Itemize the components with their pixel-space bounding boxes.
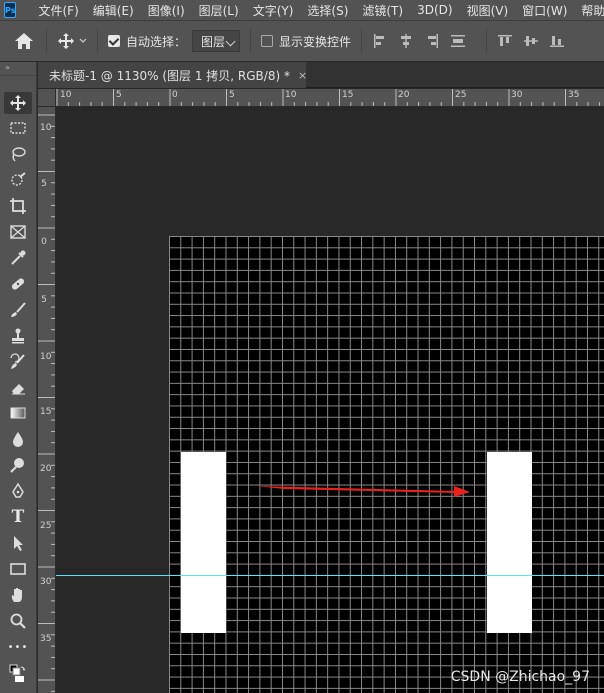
horizontal-ruler[interactable]: 10 5 0 5 10 15 20 25 30 35 bbox=[56, 89, 604, 107]
ruler-label: 10 bbox=[40, 123, 52, 133]
layer-white-bar-left[interactable] bbox=[181, 452, 226, 633]
close-icon[interactable]: × bbox=[298, 69, 307, 82]
ruler-label: 0 bbox=[41, 237, 47, 247]
menu-layer[interactable]: 图层(L) bbox=[199, 2, 239, 19]
eraser-tool-icon[interactable] bbox=[4, 377, 32, 399]
layer-white-bar-right[interactable] bbox=[487, 452, 532, 633]
eyedropper-tool-icon[interactable] bbox=[4, 247, 32, 269]
ruler-ticks bbox=[38, 114, 55, 692]
ruler-label: 25 bbox=[455, 90, 467, 100]
ruler-label: 10 bbox=[60, 90, 72, 100]
crop-tool-icon[interactable] bbox=[4, 195, 32, 217]
canvas-pixel-grid[interactable] bbox=[169, 236, 604, 693]
menu-view[interactable]: 视图(V) bbox=[467, 2, 509, 19]
auto-select-label: 自动选择： bbox=[126, 34, 187, 49]
dodge-tool-icon[interactable] bbox=[4, 454, 32, 476]
menu-image[interactable]: 图像(I) bbox=[148, 2, 185, 19]
ruler-label: 25 bbox=[40, 521, 52, 531]
align-bottom-edges-icon[interactable] bbox=[549, 33, 565, 49]
ruler-label: 5 bbox=[229, 90, 235, 100]
show-transform-label: 显示变换控件 bbox=[279, 34, 352, 49]
zoom-tool-icon[interactable] bbox=[4, 610, 32, 632]
photoshop-logo-icon[interactable]: Ps bbox=[4, 2, 17, 18]
collapse-panel-icon[interactable]: » bbox=[0, 62, 36, 76]
divider bbox=[46, 29, 47, 53]
ruler-label: 0 bbox=[172, 90, 178, 100]
menu-edit[interactable]: 编辑(E) bbox=[93, 2, 134, 19]
menu-file[interactable]: 文件(F) bbox=[38, 2, 78, 19]
divider bbox=[361, 29, 363, 53]
divider bbox=[250, 29, 252, 53]
clone-stamp-icon[interactable] bbox=[4, 325, 32, 347]
document-tab-bar: 未标题-1 @ 1130% (图层 1 拷贝, RGB/8) * × bbox=[38, 62, 604, 88]
ruler-origin[interactable] bbox=[38, 89, 56, 107]
ruler-label: 30 bbox=[511, 90, 523, 100]
ruler-label: 20 bbox=[398, 90, 410, 100]
type-tool-icon[interactable]: T bbox=[4, 506, 32, 528]
lasso-tool-icon[interactable] bbox=[4, 143, 32, 165]
healing-brush-icon[interactable] bbox=[4, 273, 32, 295]
align-left-edges-icon[interactable] bbox=[372, 33, 388, 49]
history-brush-icon[interactable] bbox=[4, 351, 32, 373]
frame-tool-icon[interactable] bbox=[4, 221, 32, 243]
menu-window[interactable]: 窗口(W) bbox=[522, 2, 567, 19]
menu-select[interactable]: 选择(S) bbox=[307, 2, 348, 19]
more-tools-icon[interactable]: ••• bbox=[4, 636, 32, 658]
ruler-label: 15 bbox=[40, 407, 52, 417]
menu-filter[interactable]: 滤镜(T) bbox=[362, 2, 403, 19]
menu-type[interactable]: 文字(Y) bbox=[253, 2, 294, 19]
align-right-edges-icon[interactable] bbox=[424, 33, 440, 49]
dropdown-value: 图层 bbox=[201, 34, 226, 49]
ruler-label: 20 bbox=[40, 464, 52, 474]
document-tab[interactable]: 未标题-1 @ 1130% (图层 1 拷贝, RGB/8) * × bbox=[38, 62, 307, 88]
menu-3d[interactable]: 3D(D) bbox=[417, 3, 452, 17]
ruler-label: 5 bbox=[41, 295, 47, 305]
menu-bar: Ps 文件(F) 编辑(E) 图像(I) 图层(L) 文字(Y) 选择(S) 滤… bbox=[0, 0, 604, 20]
document-tab-title: 未标题-1 @ 1130% (图层 1 拷贝, RGB/8) * bbox=[49, 68, 290, 83]
align-top-edges-icon[interactable] bbox=[497, 33, 513, 49]
auto-select-target-dropdown[interactable]: 图层 bbox=[192, 30, 241, 52]
menu-help[interactable]: 帮助 bbox=[581, 2, 604, 19]
marquee-tool-icon[interactable] bbox=[4, 117, 32, 139]
align-vertical-centers-icon[interactable] bbox=[523, 33, 539, 49]
ruler-label: 35 bbox=[40, 634, 52, 644]
ruler-label: 10 bbox=[285, 90, 297, 100]
color-swatches-icon[interactable] bbox=[4, 662, 32, 684]
watermark: CSDN @Zhichao_97 bbox=[450, 669, 590, 685]
move-tool-icon[interactable] bbox=[4, 92, 32, 114]
rectangle-tool-icon[interactable] bbox=[4, 558, 32, 580]
options-bar: 自动选择： 图层 显示变换控件 bbox=[0, 20, 604, 62]
auto-select-checkbox[interactable] bbox=[108, 35, 120, 47]
chevron-down-icon bbox=[225, 36, 236, 47]
quick-select-tool-icon[interactable] bbox=[4, 169, 32, 191]
ruler-label: 30 bbox=[40, 577, 52, 587]
move-tool-preset-icon[interactable] bbox=[57, 32, 75, 50]
show-transform-checkbox[interactable] bbox=[261, 35, 274, 47]
brush-tool-icon[interactable] bbox=[4, 299, 32, 321]
document-workspace[interactable] bbox=[56, 107, 604, 693]
vertical-ruler[interactable]: 10 5 0 5 10 15 20 25 30 35 bbox=[38, 107, 56, 693]
chevron-down-icon[interactable] bbox=[79, 37, 87, 45]
gradient-tool-icon[interactable] bbox=[4, 402, 32, 424]
align-horizontal-centers-icon[interactable] bbox=[398, 33, 414, 49]
tools-panel: » T ••• bbox=[0, 62, 37, 693]
blur-tool-icon[interactable] bbox=[4, 428, 32, 450]
ruler-label: 35 bbox=[568, 90, 580, 100]
ruler-label: 15 bbox=[342, 90, 354, 100]
ruler-label: 5 bbox=[41, 179, 47, 189]
home-icon[interactable] bbox=[12, 29, 36, 53]
distribute-vertical-icon[interactable] bbox=[450, 33, 466, 49]
hand-tool-icon[interactable] bbox=[4, 584, 32, 606]
ruler-label: 10 bbox=[40, 352, 52, 362]
path-select-icon[interactable] bbox=[4, 532, 32, 554]
horizontal-guide-line[interactable] bbox=[56, 575, 604, 576]
divider bbox=[97, 29, 98, 53]
red-arrow-annotation bbox=[256, 486, 470, 497]
ruler-label: 5 bbox=[116, 90, 122, 100]
pen-tool-icon[interactable] bbox=[4, 480, 32, 502]
divider bbox=[486, 29, 488, 53]
